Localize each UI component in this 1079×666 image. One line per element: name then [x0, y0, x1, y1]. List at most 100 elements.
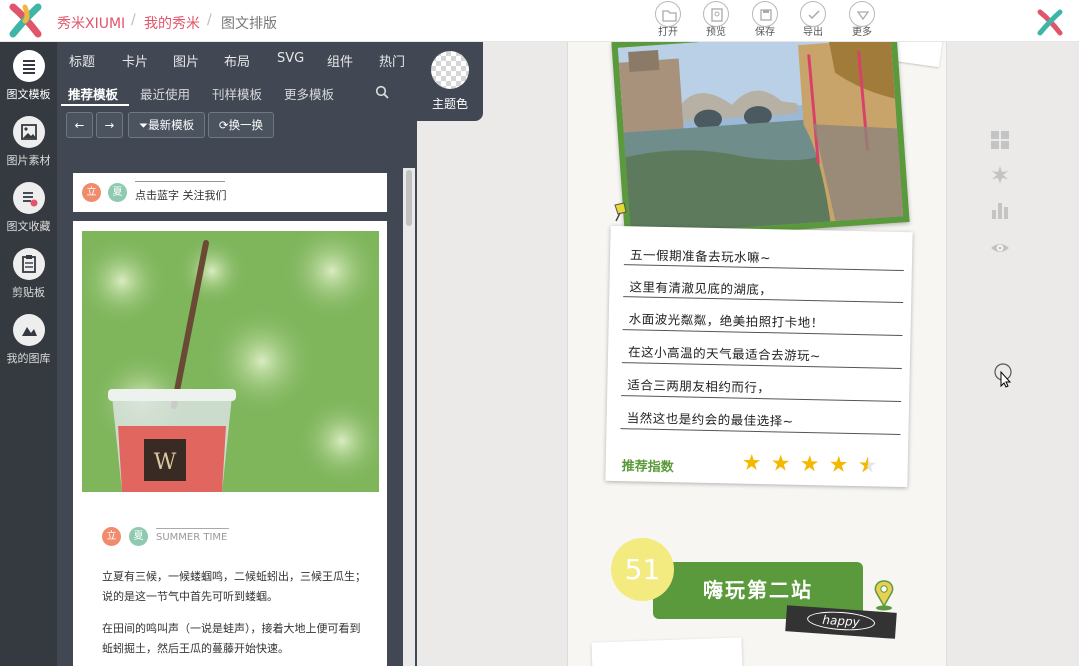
rail-item-templates[interactable]: 图文模板	[0, 50, 57, 102]
preview-icon	[703, 1, 729, 27]
section-number-badge: 51	[611, 538, 674, 601]
summer-title: SUMMER TIME	[156, 532, 228, 543]
prev-button[interactable]: ←	[66, 112, 93, 138]
export-button[interactable]: 导出	[796, 0, 830, 42]
rail-label: 剪贴板	[12, 286, 45, 299]
busy-cursor-icon	[994, 363, 1012, 388]
document-canvas[interactable]: 五一假期准备去玩水嘛~ 这里有清澈见底的湖底， 水面波光粼粼，绝美拍照打卡地！ …	[567, 42, 947, 666]
template-summer-card[interactable]: W 立 夏 SUMMER TIME 立夏有三候，一候蝼蝈鸣，二候蚯蚓出，三候王瓜…	[73, 221, 387, 666]
tab-recommended[interactable]: 推荐模板	[68, 84, 118, 103]
next-button[interactable]: →	[96, 112, 123, 138]
rail-item-favorites[interactable]: 图文收藏	[0, 182, 57, 234]
shuffle-label: 换一换	[228, 118, 264, 132]
lake-photo-frame[interactable]	[611, 42, 910, 242]
latest-templates-label: 最新模板	[148, 118, 195, 132]
note-rule	[621, 362, 902, 369]
xiumi-logo[interactable]	[7, 3, 44, 38]
theme-swatch[interactable]	[431, 51, 469, 89]
open-button[interactable]: 打开	[651, 0, 685, 42]
more-label: 更多	[852, 27, 872, 38]
xiumi-logo-small[interactable]	[1036, 9, 1064, 36]
note-paper[interactable]: 五一假期准备去玩水嘛~ 这里有清澈见底的湖底， 水面波光粼粼，绝美拍照打卡地！ …	[605, 225, 913, 488]
subtab-row: 推荐模板 最近使用 刊样模板 更多模板	[57, 77, 417, 107]
paragraph: 在田间的鸣叫声（一说是蛙声），接着大地上便可看到蚯蚓掘土，然后王瓜的蔓藤开始快速…	[102, 622, 361, 655]
category-svg[interactable]: SVG	[277, 51, 304, 66]
save-icon	[752, 1, 778, 27]
category-row: 标题 卡片 图片 布局 SVG 组件 热门	[57, 42, 417, 77]
pushpin-icon	[614, 202, 627, 222]
template-follow-card[interactable]: 立 夏 点击蓝字 关注我们	[73, 173, 387, 212]
category-image[interactable]: 图片	[173, 51, 199, 70]
breadcrumb-current: 图文排版	[221, 16, 277, 32]
more-button[interactable]: 更多	[845, 0, 879, 42]
rail-label: 图文收藏	[6, 220, 51, 233]
rating-star: ★	[857, 453, 878, 479]
paper-strip	[591, 637, 743, 666]
note-line: 水面波光粼粼，绝美拍照打卡地！	[628, 311, 824, 331]
breadcrumb-separator: /	[131, 12, 136, 28]
rail-item-clipboard[interactable]: 剪贴板	[0, 248, 57, 300]
note-rule	[620, 428, 901, 435]
shuffle-button[interactable]: ⟳换一换	[208, 112, 274, 138]
template-panel: 标题 卡片 图片 布局 SVG 组件 热门 推荐模板 最近使用 刊样模板 更多模…	[57, 42, 417, 666]
open-label: 打开	[658, 27, 678, 38]
tab-journal[interactable]: 刊样模板	[212, 84, 262, 103]
filter-icon: ⏷	[138, 118, 149, 132]
gallery-icon	[12, 314, 45, 346]
divider	[156, 528, 229, 529]
list-icon	[12, 50, 45, 82]
rating-star: ★	[770, 451, 791, 477]
category-title[interactable]: 标题	[69, 51, 95, 70]
save-button[interactable]: 保存	[748, 0, 782, 42]
export-label: 导出	[803, 27, 823, 38]
recommend-label: 推荐指数	[621, 459, 674, 476]
tab-more-templates[interactable]: 更多模板	[284, 84, 334, 103]
search-icon[interactable]	[375, 85, 389, 99]
grid-icon[interactable]	[990, 130, 1010, 150]
cup-logo-letter: W	[154, 450, 177, 475]
template-list[interactable]: 立 夏 点击蓝字 关注我们 W 立 夏 SUMMER TIME 立夏有三候，一候…	[65, 168, 403, 666]
refresh-icon: ⟳	[218, 118, 229, 132]
tag-xia: 夏	[108, 183, 127, 202]
follow-text: 点击蓝字 关注我们	[135, 189, 227, 202]
note-line: 五一假期准备去玩水嘛~	[629, 247, 772, 266]
rail-label: 图文模板	[6, 88, 51, 101]
active-tab-underline	[61, 104, 129, 106]
divider	[135, 181, 225, 182]
eye-icon[interactable]	[990, 238, 1010, 258]
note-line: 在这小高温的天气最适合去游玩~	[627, 344, 822, 364]
tag-li: 立	[82, 183, 101, 202]
rail-item-gallery[interactable]: 我的图库	[0, 314, 57, 366]
check-icon	[800, 1, 826, 27]
rail-label: 图片素材	[6, 154, 51, 167]
category-hot[interactable]: 热门	[379, 51, 405, 70]
lake-photo	[617, 42, 904, 236]
scrollbar-track[interactable]	[403, 168, 415, 666]
paragraph: 立夏有三候，一候蝼蝈鸣，二候蚯蚓出，三候王瓜生；说的是这一节气中首先可听到蝼蝈。	[102, 570, 366, 603]
favorite-icon	[12, 182, 45, 214]
breadcrumb-my-xiumi[interactable]: 我的秀米	[144, 13, 200, 33]
category-card[interactable]: 卡片	[122, 51, 148, 70]
summer-paragraphs: 立夏有三候，一候蝼蝈鸣，二候蚯蚓出，三候王瓜生；说的是这一节气中首先可听到蝼蝈。…	[102, 567, 367, 659]
scrollbar-thumb[interactable]	[406, 170, 412, 226]
category-layout[interactable]: 布局	[224, 51, 250, 70]
left-rail: 图文模板 图片素材 图文收藏 剪贴板 我的图库	[0, 42, 57, 666]
rating-star: ★	[828, 452, 849, 478]
drink-photo: W	[82, 231, 379, 492]
preview-button[interactable]: 预览	[699, 0, 733, 42]
save-label: 保存	[755, 27, 775, 38]
puzzle-icon[interactable]	[990, 165, 1010, 185]
note-line: 当然这也是约会的最佳选择~	[626, 410, 794, 429]
preview-label: 预览	[706, 27, 726, 38]
rating-star: ★	[741, 450, 762, 477]
bar-chart-icon[interactable]	[990, 200, 1010, 220]
tab-recent[interactable]: 最近使用	[140, 84, 190, 103]
folder-icon	[655, 1, 681, 27]
theme-color-picker[interactable]: 主题色	[417, 42, 483, 121]
brand-link[interactable]: 秀米XIUMI	[57, 13, 125, 33]
note-line: 适合三两朋友相约而行，	[627, 377, 771, 396]
category-component[interactable]: 组件	[327, 51, 353, 70]
rail-item-images[interactable]: 图片素材	[0, 116, 57, 168]
rating-star: ★	[799, 451, 820, 478]
latest-templates-button[interactable]: ⏷最新模板	[128, 112, 205, 138]
